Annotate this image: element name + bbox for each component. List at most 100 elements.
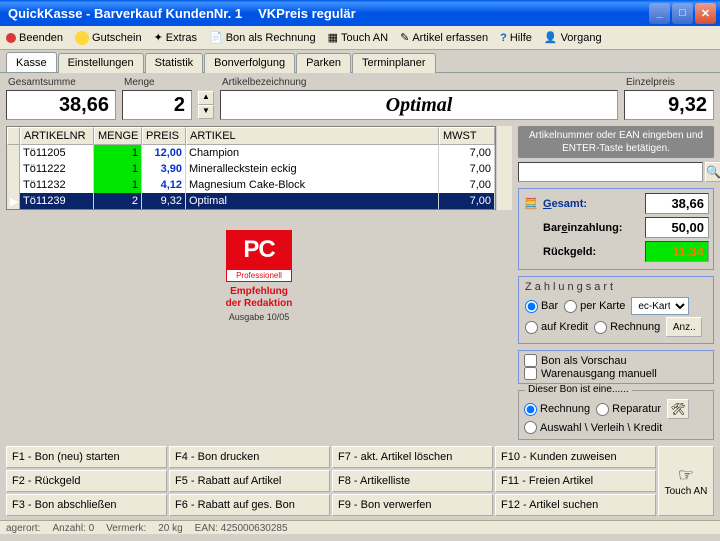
- toolbar-hilfe[interactable]: ?Hilfe: [498, 31, 534, 45]
- magnifier-icon: 🔍: [706, 165, 720, 179]
- pc-logo-sub: Professionell: [226, 270, 293, 282]
- f12-button[interactable]: F12 - Artikel suchen: [495, 494, 656, 516]
- input-hint: Artikelnummer oder EAN eingeben und ENTE…: [518, 126, 714, 158]
- grid-scrollbar[interactable]: [496, 126, 512, 210]
- einzelpreis-value: 9,32: [624, 90, 714, 120]
- f4-button[interactable]: F4 - Bon drucken: [169, 446, 330, 468]
- tab-parken[interactable]: Parken: [296, 53, 351, 73]
- fkey-bar: F1 - Bon (neu) starten F2 - Rückgeld F3 …: [0, 442, 720, 520]
- radio-rechnung[interactable]: Rechnung: [594, 321, 660, 334]
- status-anzahl: Anzahl: 0: [52, 523, 94, 532]
- gesamt-value-r: 38,66: [645, 193, 709, 214]
- article-grid[interactable]: ARTIKELNR MENGE PREIS ARTIKEL MWST Tö112…: [6, 126, 496, 210]
- edit-icon: ✎: [400, 31, 409, 44]
- col-artikelnr[interactable]: ARTIKELNR: [20, 127, 94, 145]
- toolbar-vorgang[interactable]: 👤Vorgang: [542, 30, 604, 45]
- col-artikel[interactable]: ARTIKEL: [186, 127, 439, 145]
- f3-button[interactable]: F3 - Bon abschließen: [6, 494, 167, 516]
- grid-icon: ▦: [328, 31, 338, 44]
- bezeichnung-value: Optimal: [220, 90, 618, 120]
- toolbar-touch-an[interactable]: ▦Touch AN: [326, 30, 391, 45]
- toolbar-artikel-erfassen[interactable]: ✎Artikel erfassen: [398, 30, 490, 45]
- tools-icon: 🛠: [670, 402, 685, 416]
- window-title: QuickKasse - Barverkauf KundenNr. 1: [8, 6, 242, 21]
- tab-kasse[interactable]: Kasse: [6, 52, 57, 72]
- status-bar: agerort: Anzahl: 0 Vermerk: 20 kg EAN: 4…: [0, 520, 720, 534]
- calc-icon: 🧮: [523, 197, 539, 210]
- status-kg: 20 kg: [158, 523, 182, 532]
- check-warenausgang[interactable]: Warenausgang manuell: [524, 367, 708, 380]
- tools-button[interactable]: 🛠: [667, 399, 689, 419]
- status-lagerort: agerort:: [6, 523, 40, 532]
- status-ean: EAN: 425000630285: [195, 523, 288, 532]
- f9-button[interactable]: F9 - Bon verwerfen: [332, 494, 493, 516]
- rueckgeld-label: Rückgeld:: [543, 246, 641, 258]
- help-icon: ?: [500, 32, 507, 44]
- col-menge[interactable]: MENGE: [94, 127, 142, 145]
- toolbar-extras[interactable]: ✦Extras: [152, 30, 199, 45]
- toolbar-beenden[interactable]: Beenden: [4, 31, 65, 45]
- menge-down-button[interactable]: ▼: [198, 105, 214, 119]
- f6-button[interactable]: F6 - Rabatt auf ges. Bon: [169, 494, 330, 516]
- bon-type-title: Dieser Bon ist eine......: [525, 384, 632, 395]
- bareinzahlung-input[interactable]: [645, 217, 709, 238]
- radio-bar[interactable]: Bar: [525, 300, 558, 313]
- touch-an-button[interactable]: ☞ Touch AN: [658, 446, 714, 516]
- summary-bar: Gesamtsumme 38,66 Menge 2 ▲ ▼ Artikelbez…: [0, 73, 720, 124]
- table-row[interactable]: Tö1123214,12Magnesium Cake-Block7,00: [7, 177, 495, 193]
- tab-statistik[interactable]: Statistik: [145, 53, 204, 73]
- rueckgeld-value: 11,34: [645, 241, 709, 262]
- f7-button[interactable]: F7 - akt. Artikel löschen: [332, 446, 493, 468]
- karte-select[interactable]: ec-Karte: [631, 297, 689, 315]
- f5-button[interactable]: F5 - Rabatt auf Artikel: [169, 470, 330, 492]
- anz-button[interactable]: Anz..: [666, 317, 702, 337]
- gesamt-label-r: esamt:: [552, 198, 587, 210]
- wand-icon: ✦: [154, 31, 163, 44]
- tab-bonverfolgung[interactable]: Bonverfolgung: [204, 53, 295, 73]
- smiley-icon: [75, 31, 89, 45]
- radio-auf-kredit[interactable]: auf Kredit: [525, 321, 588, 334]
- einzelpreis-label: Einzelpreis: [624, 77, 714, 88]
- menge-label: Menge: [122, 77, 192, 88]
- hand-icon: ☞: [678, 465, 694, 486]
- radio-rechnung2[interactable]: Rechnung: [524, 403, 590, 416]
- zahlungsart-title: Zahlungsart: [525, 281, 707, 293]
- tab-einstellungen[interactable]: Einstellungen: [58, 53, 144, 73]
- gesamt-value: 38,66: [6, 90, 116, 120]
- col-mwst[interactable]: MWST: [439, 127, 495, 145]
- f1-button[interactable]: F1 - Bon (neu) starten: [6, 446, 167, 468]
- window-subtitle: VKPreis regulär: [258, 6, 356, 21]
- check-bon-vorschau[interactable]: Bon als Vorschau: [524, 354, 708, 367]
- close-button[interactable]: ✕: [695, 3, 716, 24]
- radio-auswahl[interactable]: Auswahl \ Verleih \ Kredit: [524, 421, 708, 434]
- table-row[interactable]: ▶Tö1123929,32Optimal7,00: [7, 193, 495, 209]
- f10-button[interactable]: F10 - Kunden zuweisen: [495, 446, 656, 468]
- f11-button[interactable]: F11 - Freien Artikel: [495, 470, 656, 492]
- stop-icon: [6, 33, 16, 43]
- article-search-input[interactable]: [518, 162, 703, 182]
- minimize-button[interactable]: _: [649, 3, 670, 24]
- table-row[interactable]: Tö11205112,00Champion7,00: [7, 145, 495, 161]
- gesamt-label: Gesamtsumme: [6, 77, 116, 88]
- bezeichnung-label: Artikelbezeichnung: [220, 77, 618, 88]
- f8-button[interactable]: F8 - Artikelliste: [332, 470, 493, 492]
- title-bar: QuickKasse - Barverkauf KundenNr. 1 VKPr…: [0, 0, 720, 26]
- f2-button[interactable]: F2 - Rückgeld: [6, 470, 167, 492]
- maximize-button[interactable]: □: [672, 3, 693, 24]
- promo-badge: PC Professionell Empfehlungder Redaktion…: [6, 210, 512, 331]
- radio-per-karte[interactable]: per Karte: [564, 300, 625, 313]
- pc-logo: PC: [226, 230, 293, 270]
- main-tabs: Kasse Einstellungen Statistik Bonverfolg…: [0, 50, 720, 73]
- col-preis[interactable]: PREIS: [142, 127, 186, 145]
- radio-reparatur[interactable]: Reparatur: [596, 403, 661, 416]
- menge-value[interactable]: 2: [122, 90, 192, 120]
- search-button[interactable]: 🔍: [705, 162, 720, 182]
- main-toolbar: Beenden Gutschein ✦Extras 📄Bon als Rechn…: [0, 26, 720, 50]
- status-vermerk: Vermerk:: [106, 523, 146, 532]
- document-icon: 📄: [209, 31, 223, 44]
- tab-terminplaner[interactable]: Terminplaner: [352, 53, 436, 73]
- table-row[interactable]: Tö1122213,90Mineralleckstein eckig7,00: [7, 161, 495, 177]
- toolbar-bon-als-rechnung[interactable]: 📄Bon als Rechnung: [207, 30, 318, 45]
- menge-up-button[interactable]: ▲: [198, 91, 214, 105]
- toolbar-gutschein[interactable]: Gutschein: [73, 30, 144, 46]
